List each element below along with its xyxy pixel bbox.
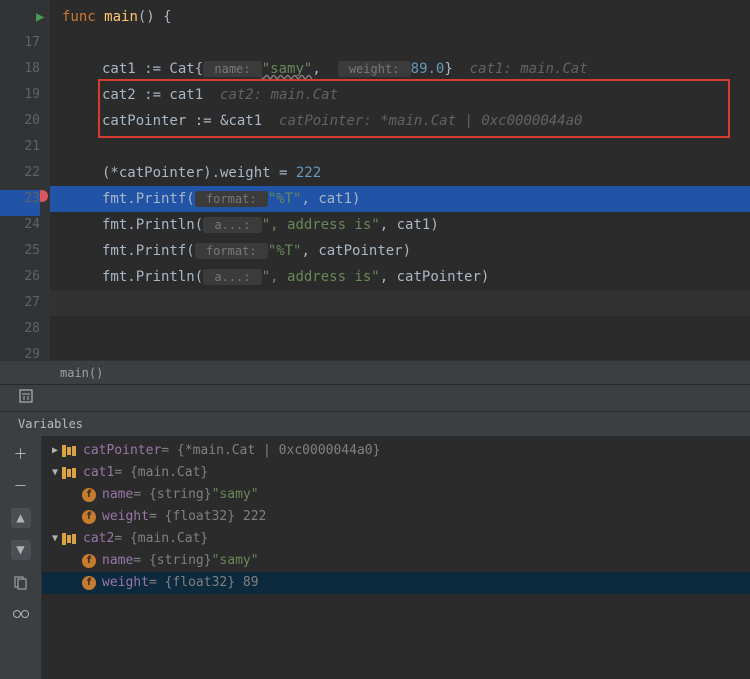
gutter-line-29[interactable]: 29 [0,342,40,368]
code-line-19[interactable]: cat1 := Cat{ name: "samy", weight: 89.0}… [62,56,750,82]
var-value: = {string} [133,550,211,572]
var-name: name [102,550,133,572]
var-string: "samy" [212,484,259,506]
collapse-icon[interactable]: ▼ [48,462,62,484]
gutter-line-28[interactable]: 28 [0,316,40,342]
code-line-25[interactable]: fmt.Println( a...: ", address is", cat1) [62,212,750,238]
var-cat2[interactable]: ▼ cat2 = {main.Cat} [42,528,750,550]
gutter-line-21[interactable]: 21 [0,134,40,160]
var-cat2-name[interactable]: f name = {string} "samy" [42,550,750,572]
field-icon: f [82,510,96,524]
var-value: = {float32} 222 [149,506,266,528]
gutter: ▶ 17 18 19 20 21 22 23 24 25 26 27 28 29 [0,0,50,360]
gutter-line-20[interactable]: 20 [0,108,40,134]
move-up-icon[interactable]: ▲ [11,508,31,528]
add-watch-icon[interactable]: ＋ [11,444,31,464]
gutter-line-26[interactable]: 26 [0,264,40,290]
gutter-line-17[interactable]: 17 [0,30,40,56]
code-line-20[interactable]: cat2 := cat1 cat2: main.Cat [62,82,750,108]
var-cat1-name[interactable]: f name = {string} "samy" [42,484,750,506]
var-cat1-weight[interactable]: f weight = {float32} 222 [42,506,750,528]
gutter-line-25[interactable]: 25 [0,238,40,264]
expand-icon[interactable]: ▶ [48,440,62,462]
code-line-17[interactable]: func main() { [62,4,750,30]
var-cat1[interactable]: ▼ cat1 = {main.Cat} [42,462,750,484]
var-name: name [102,484,133,506]
code-line-27[interactable]: fmt.Println( a...: ", address is", catPo… [62,264,750,290]
field-icon: f [82,488,96,502]
struct-icon [62,445,77,457]
field-icon: f [82,576,96,590]
var-value: = {main.Cat} [114,528,208,550]
var-value: = {string} [133,484,211,506]
var-string: "samy" [212,550,259,572]
var-name: weight [102,506,149,528]
run-gutter-icon[interactable]: ▶ [36,4,44,30]
copy-icon[interactable] [11,572,31,592]
code-line-29[interactable] [62,316,750,342]
field-icon: f [82,554,96,568]
gutter-line-19[interactable]: 19 [0,82,40,108]
var-name: cat1 [83,462,114,484]
move-down-icon[interactable]: ▼ [11,540,31,560]
var-value: = {float32} 89 [149,572,259,594]
var-catpointer[interactable]: ▶ catPointer = {*main.Cat | 0xc0000044a0… [42,440,750,462]
var-name: cat2 [83,528,114,550]
code-line-18[interactable] [62,30,750,56]
variables-header: Variables [0,412,750,436]
editor-pane: ▶ 17 18 19 20 21 22 23 24 25 26 27 28 29… [0,0,750,360]
gutter-line-27[interactable]: 27 [0,290,40,316]
debug-side-toolbar: ＋ － ▲ ▼ [0,436,42,679]
debug-panel: ＋ － ▲ ▼ ▶ catPointer = {*main.Cat | 0xc0… [0,436,750,679]
collapse-icon[interactable]: ▼ [48,528,62,550]
breadcrumb[interactable]: main() [0,360,750,384]
gutter-line-18[interactable]: 18 [0,56,40,82]
remove-watch-icon[interactable]: － [11,476,31,496]
struct-icon [62,533,77,545]
variables-tree[interactable]: ▶ catPointer = {*main.Cat | 0xc0000044a0… [42,436,750,679]
code-line-21[interactable]: catPointer := &cat1 catPointer: *main.Ca… [62,108,750,134]
var-value: = {main.Cat} [114,462,208,484]
var-value: = {*main.Cat | 0xc0000044a0} [161,440,380,462]
calculator-icon[interactable] [18,388,34,408]
glasses-icon[interactable] [11,604,31,624]
var-name: catPointer [83,440,161,462]
code-line-26[interactable]: fmt.Printf( format: "%T", catPointer) [62,238,750,264]
struct-icon [62,467,77,479]
gutter-line-24[interactable]: 24 [0,212,40,238]
debug-toolstrip [0,384,750,412]
gutter-line-23[interactable]: 23 [0,186,40,212]
code-line-22[interactable] [62,134,750,160]
var-cat2-weight[interactable]: f weight = {float32} 89 [42,572,750,594]
code-line-23[interactable]: (*catPointer).weight = 222 [62,160,750,186]
code-line-24[interactable]: fmt.Printf( format: "%T", cat1) [62,186,750,212]
code-line-28[interactable] [62,290,750,316]
var-name: weight [102,572,149,594]
gutter-line-22[interactable]: 22 [0,160,40,186]
code-area[interactable]: func main() { cat1 := Cat{ name: "samy",… [50,0,750,360]
